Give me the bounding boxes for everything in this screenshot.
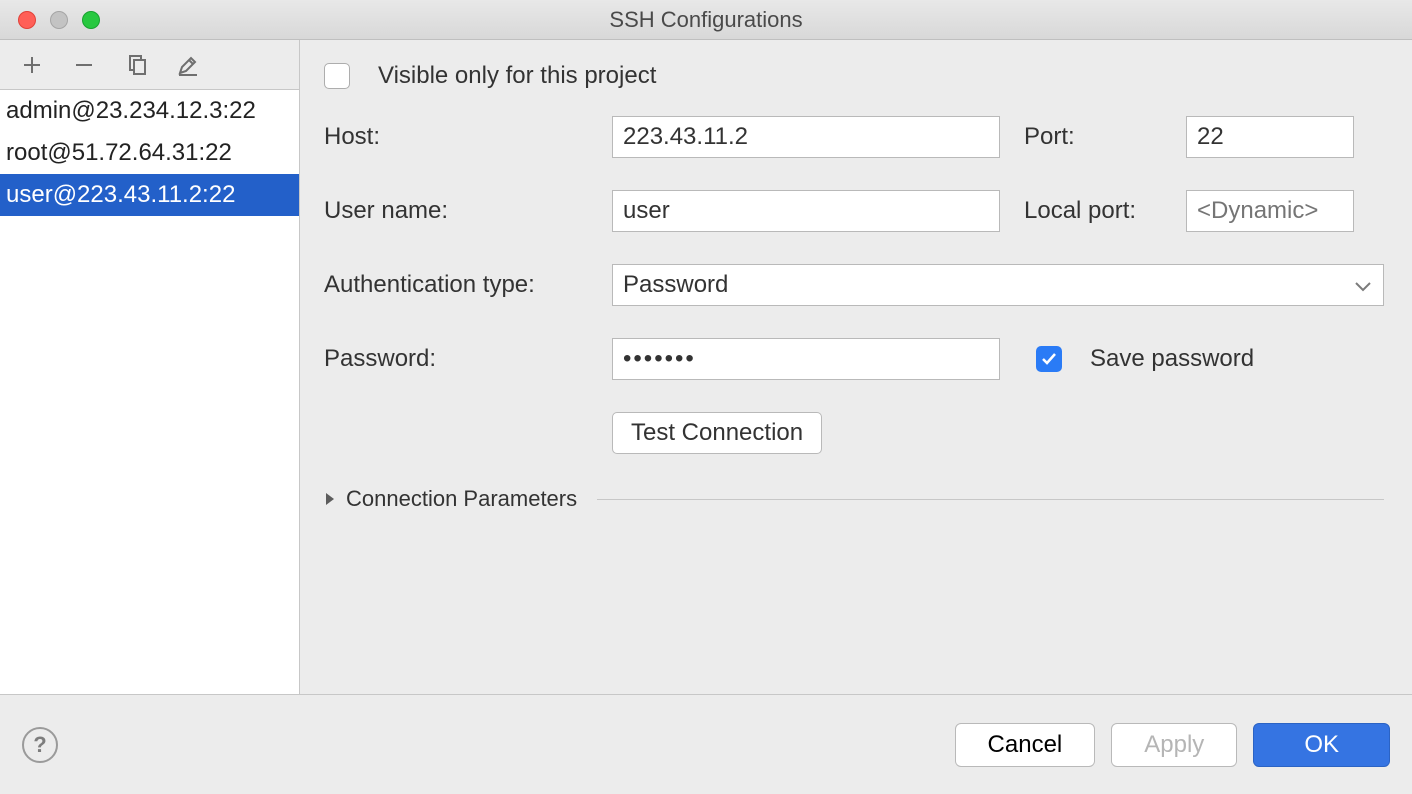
local-port-label: Local port: [1018, 197, 1168, 225]
port-input[interactable] [1186, 116, 1354, 158]
host-label: Host: [324, 123, 594, 151]
chevron-down-icon [1355, 272, 1371, 298]
sidebar-toolbar [0, 40, 299, 90]
window-maximize-button[interactable] [82, 11, 100, 29]
test-connection-button[interactable]: Test Connection [612, 412, 822, 454]
visible-only-label: Visible only for this project [378, 62, 656, 90]
help-icon: ? [33, 732, 46, 758]
pencil-icon [177, 54, 199, 76]
form-panel: Visible only for this project Host: Port… [300, 40, 1412, 694]
edit-button[interactable] [174, 51, 202, 79]
user-label: User name: [324, 197, 594, 225]
save-password-label: Save password [1090, 345, 1254, 373]
window-title: SSH Configurations [0, 7, 1412, 33]
config-list[interactable]: admin@23.234.12.3:22 root@51.72.64.31:22… [0, 90, 299, 694]
test-connection-row: Test Connection [324, 412, 1384, 454]
cancel-button[interactable]: Cancel [955, 723, 1096, 767]
local-port-input[interactable] [1186, 190, 1354, 232]
divider [597, 499, 1384, 500]
host-row: Host: Port: [324, 116, 1384, 158]
auth-type-value: Password [623, 271, 728, 299]
titlebar: SSH Configurations [0, 0, 1412, 40]
plus-icon [21, 54, 43, 76]
config-list-item[interactable]: root@51.72.64.31:22 [0, 132, 299, 174]
sidebar: admin@23.234.12.3:22 root@51.72.64.31:22… [0, 40, 300, 694]
config-list-item[interactable]: admin@23.234.12.3:22 [0, 90, 299, 132]
auth-type-label: Authentication type: [324, 271, 594, 299]
password-row: Password: Save password [324, 338, 1384, 380]
window-close-button[interactable] [18, 11, 36, 29]
auth-type-select[interactable]: Password [612, 264, 1384, 306]
window-minimize-button[interactable] [50, 11, 68, 29]
chevron-right-icon [324, 486, 336, 512]
port-label: Port: [1018, 123, 1168, 151]
user-row: User name: Local port: [324, 190, 1384, 232]
visible-only-checkbox[interactable] [324, 63, 350, 89]
save-password-checkbox[interactable] [1036, 346, 1062, 372]
username-input[interactable] [612, 190, 1000, 232]
connection-parameters-header[interactable]: Connection Parameters [324, 486, 1384, 512]
add-button[interactable] [18, 51, 46, 79]
copy-icon [125, 54, 147, 76]
password-label: Password: [324, 345, 594, 373]
content: admin@23.234.12.3:22 root@51.72.64.31:22… [0, 40, 1412, 694]
apply-button[interactable]: Apply [1111, 723, 1237, 767]
connection-parameters-label: Connection Parameters [346, 486, 577, 512]
traffic-lights [18, 11, 100, 29]
help-button[interactable]: ? [22, 727, 58, 763]
ok-button[interactable]: OK [1253, 723, 1390, 767]
remove-button[interactable] [70, 51, 98, 79]
copy-button[interactable] [122, 51, 150, 79]
footer: ? Cancel Apply OK [0, 694, 1412, 794]
visible-only-row: Visible only for this project [324, 62, 1384, 90]
password-input[interactable] [612, 338, 1000, 380]
config-list-item[interactable]: user@223.43.11.2:22 [0, 174, 299, 216]
host-input[interactable] [612, 116, 1000, 158]
minus-icon [73, 54, 95, 76]
auth-row: Authentication type: Password [324, 264, 1384, 306]
